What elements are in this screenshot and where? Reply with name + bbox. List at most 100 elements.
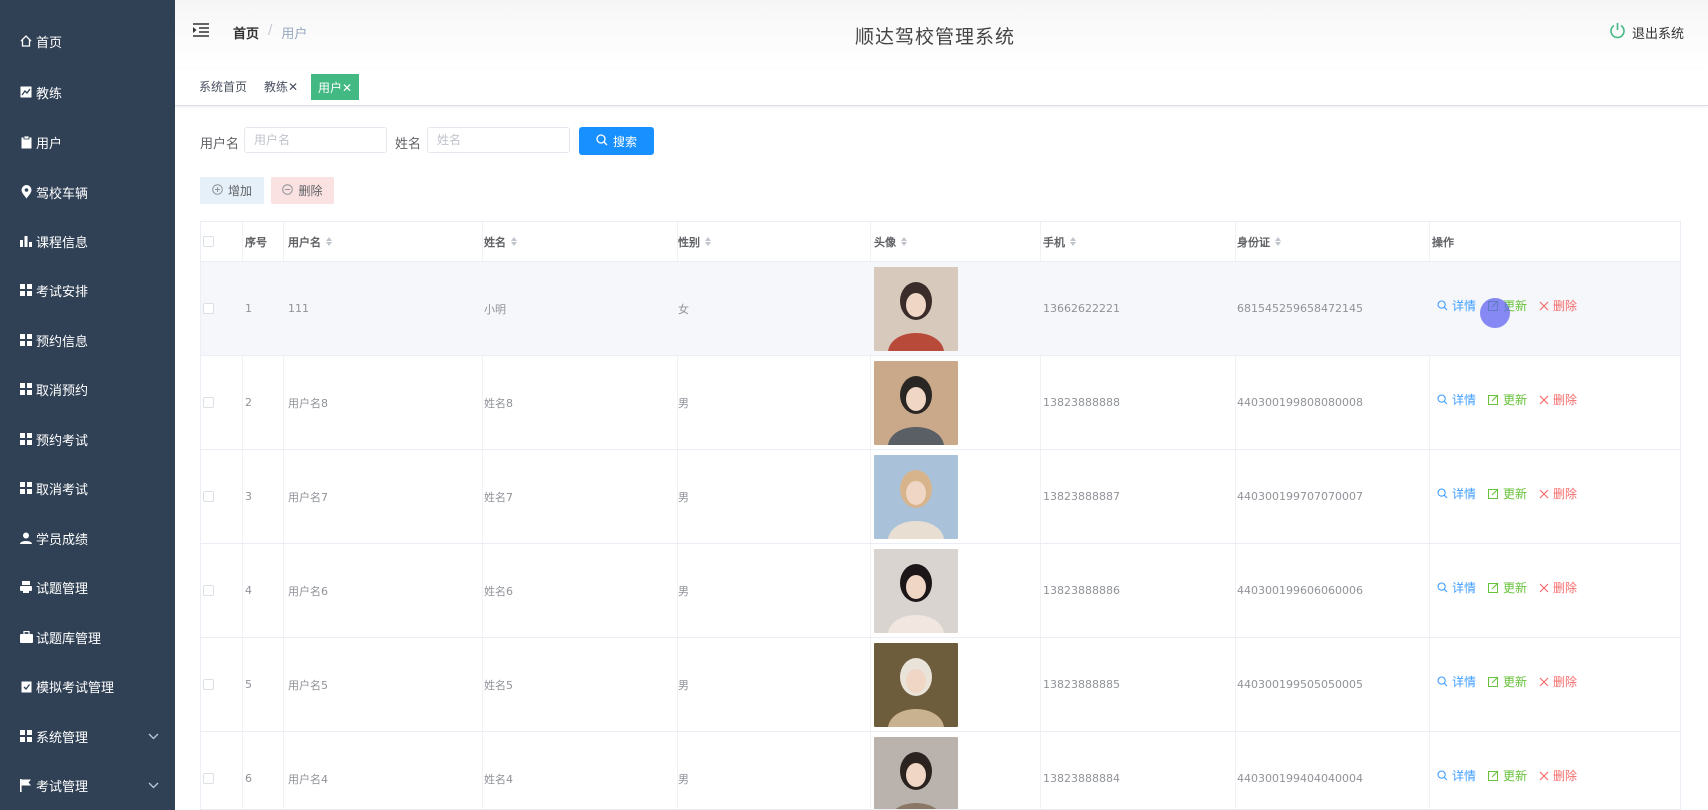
tag-user[interactable]: 用户✕ [311,74,360,100]
detail-button[interactable]: 详情 [1437,297,1476,314]
row-checkbox[interactable] [203,773,214,784]
sidebar-item-mock-exam[interactable]: 模拟考试管理 [0,666,175,706]
header-name[interactable]: 姓名 [481,222,677,261]
sort-icon[interactable] [705,237,711,246]
update-button[interactable]: 更新 [1488,485,1527,502]
avatar[interactable] [874,736,958,810]
tags-view: 系统首页 教练✕ 用户✕ [175,68,1708,106]
sidebar-item-courses[interactable]: 课程信息 [0,221,175,261]
row-actions: 详情 更新 删除 [1437,673,1577,690]
sidebar-item-label: 试题管理 [36,581,89,597]
row-checkbox[interactable] [203,679,214,690]
row-checkbox[interactable] [203,303,214,314]
table-row: 4 用户名6 姓名6 男 13823888886 440300199606060006 详情… [201,544,1680,638]
delete-button[interactable]: 删除 [1539,579,1577,596]
cell-id-card: 440300199606060006 [1237,584,1363,597]
avatar[interactable] [874,454,958,539]
delete-button[interactable]: 删除 [1539,767,1577,784]
sidebar-item-scores[interactable]: 学员成绩 [0,518,175,558]
tag-system-home[interactable]: 系统首页 [195,74,251,100]
update-button[interactable]: 更新 [1488,767,1527,784]
sort-icon[interactable] [1275,237,1281,246]
sidebar-item-vehicles[interactable]: 驾校车辆 [0,172,175,212]
name-input[interactable] [427,127,570,153]
sidebar-item-user[interactable]: 用户 [0,122,175,162]
edit-icon [1488,488,1499,499]
sidebar-item-reservations[interactable]: 预约信息 [0,320,175,360]
delete-button[interactable]: 删除 [1539,391,1577,408]
breadcrumb-separator: / [268,23,273,38]
detail-label: 详情 [1452,581,1477,595]
sidebar-item-label: 试题库管理 [36,631,102,647]
sidebar-item-exam-management[interactable]: 考试管理 [0,765,175,805]
add-button[interactable]: 增加 [200,177,264,204]
cell-gender: 男 [678,584,689,598]
sidebar-item-home[interactable]: 首页 [0,21,175,61]
update-button[interactable]: 更新 [1488,579,1527,596]
sidebar-item-questions[interactable]: 试题管理 [0,567,175,607]
delete-button[interactable]: 删除 [1539,673,1577,690]
power-icon [1609,22,1626,43]
username-input[interactable] [244,127,387,153]
sidebar-item-system[interactable]: 系统管理 [0,716,175,756]
row-checkbox[interactable] [203,491,214,502]
mouse-cursor-indicator [1480,298,1510,328]
search-button[interactable]: 搜索 [579,127,654,155]
header-username[interactable]: 用户名 [285,222,482,261]
sidebar-item-cancel-reservation[interactable]: 取消预约 [0,369,175,409]
cell-username: 用户名7 [288,490,328,504]
sort-icon[interactable] [511,237,517,246]
flag-icon [18,777,34,793]
delete-button[interactable]: 删除 [1539,485,1577,502]
sidebar-item-cancel-exam[interactable]: 取消考试 [0,468,175,508]
update-button[interactable]: 更新 [1488,391,1527,408]
update-button[interactable]: 更新 [1488,673,1527,690]
sort-icon[interactable] [1070,237,1076,246]
table-row: 1 111 小明女 13662622221 681545259658472145 详情 更新… [201,262,1680,356]
detail-button[interactable]: 详情 [1437,579,1476,596]
row-checkbox[interactable] [203,397,214,408]
sort-icon[interactable] [326,237,332,246]
header-gender[interactable]: 性别 [675,222,870,261]
search-icon [1437,394,1448,405]
sort-icon[interactable] [901,237,907,246]
batch-delete-button[interactable]: 删除 [271,177,334,204]
close-icon [1539,489,1549,498]
cell-phone: 13823888888 [1043,396,1120,409]
close-icon [1539,583,1549,592]
detail-button[interactable]: 详情 [1437,673,1476,690]
header-phone[interactable]: 手机 [1040,222,1235,261]
breadcrumb: 首页 / 用户 [233,23,307,42]
delete-label: 删除 [1553,393,1578,407]
header-phone-label: 手机 [1043,235,1065,249]
detail-button[interactable]: 详情 [1437,767,1476,784]
avatar[interactable] [874,642,958,727]
menu-toggle-icon[interactable] [192,22,210,40]
user-table: 序号 用户名 姓名 性别 头像 手机 身份证 操作 1 111 小明女 1366262… [200,221,1681,810]
tag-coach[interactable]: 教练✕ [260,74,302,100]
delete-button[interactable]: 删除 [1539,297,1577,314]
sidebar-item-label: 课程信息 [36,235,89,251]
avatar[interactable] [874,548,958,633]
search-icon [1437,770,1448,781]
header-avatar[interactable]: 头像 [871,222,1040,261]
header-username-label: 用户名 [288,235,321,249]
breadcrumb-home[interactable]: 首页 [233,23,259,42]
detail-button[interactable]: 详情 [1437,485,1476,502]
sidebar-item-coach[interactable]: 教练 [0,72,175,112]
close-icon [1539,301,1549,310]
detail-button[interactable]: 详情 [1437,391,1476,408]
select-all-checkbox[interactable] [203,236,214,247]
close-icon [1539,771,1549,780]
header-id-card[interactable]: 身份证 [1234,222,1429,261]
avatar[interactable] [874,266,958,351]
avatar[interactable] [874,360,958,445]
sidebar-item-book-exam[interactable]: 预约考试 [0,419,175,459]
logout-label: 退出系统 [1631,27,1684,42]
sidebar-item-question-bank[interactable]: 试题库管理 [0,617,175,657]
row-checkbox[interactable] [203,585,214,596]
sidebar-item-exam-schedule[interactable]: 考试安排 [0,270,175,310]
clipboard-check-icon [18,678,34,694]
logout-button[interactable]: 退出系统 [1609,22,1684,43]
sidebar-item-label: 驾校车辆 [36,186,89,202]
